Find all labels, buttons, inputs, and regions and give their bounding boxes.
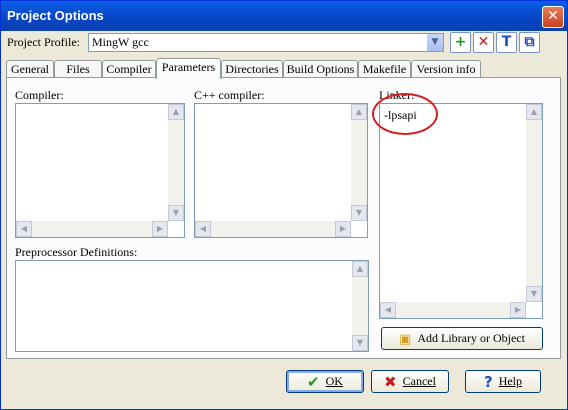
compiler-label: Compiler: <box>15 88 64 102</box>
tab-general[interactable]: General <box>6 60 54 78</box>
scroll-down-icon[interactable]: ▼ <box>351 205 367 221</box>
copy-profile-icon: ⧉ <box>524 34 535 50</box>
scroll-left-icon[interactable]: ◀ <box>195 221 211 237</box>
add-library-label: Add Library or Object <box>417 331 525 345</box>
scroll-right-icon[interactable]: ▶ <box>335 221 351 237</box>
delete-profile-icon: ✕ <box>477 34 490 50</box>
cpp-compiler-textarea[interactable]: ▲ ▼ ◀ ▶ <box>194 103 368 238</box>
scroll-up-icon[interactable]: ▲ <box>351 104 367 120</box>
tab-build-options[interactable]: Build Options <box>283 60 358 78</box>
cpp-vertical-scrollbar[interactable]: ▲ ▼ <box>351 104 367 221</box>
tab-files[interactable]: Files <box>54 60 102 78</box>
project-options-window: Project Options ✕ Project Profile: MingW… <box>0 0 568 410</box>
help-button[interactable]: ? Help <box>465 370 541 393</box>
cancel-icon: ✖ <box>384 372 397 391</box>
rename-profile-icon: T <box>501 34 512 50</box>
scroll-down-icon[interactable]: ▼ <box>168 205 184 221</box>
rename-profile-button[interactable]: T <box>496 32 517 53</box>
annotation-circle <box>372 93 438 135</box>
cancel-button[interactable]: ✖ Cancel <box>371 370 449 393</box>
add-profile-button[interactable]: + <box>450 32 471 53</box>
copy-profile-button[interactable]: ⧉ <box>519 32 540 53</box>
folder-icon: ▣ <box>399 331 412 347</box>
cpp-horizontal-scrollbar[interactable]: ◀ ▶ <box>195 221 351 237</box>
tab-parameters[interactable]: Parameters <box>156 58 221 79</box>
compiler-textarea[interactable]: ▲ ▼ ◀ ▶ <box>15 103 185 238</box>
project-profile-label: Project Profile: <box>7 35 80 49</box>
add-profile-icon: + <box>454 34 467 50</box>
close-button[interactable]: ✕ <box>542 6 564 28</box>
tab-directories[interactable]: Directories <box>221 60 283 78</box>
delete-profile-button[interactable]: ✕ <box>473 32 494 53</box>
preprocessor-label: Preprocessor Definitions: <box>15 245 138 259</box>
tab-version-info[interactable]: Version info <box>411 60 481 78</box>
linker-horizontal-scrollbar[interactable]: ◀ ▶ <box>380 302 526 318</box>
preprocessor-textarea[interactable]: ▲ ▼ <box>15 260 369 352</box>
ok-label: OK <box>325 374 343 388</box>
help-label: Help <box>498 374 523 388</box>
scroll-left-icon[interactable]: ◀ <box>380 302 396 318</box>
linker-vertical-scrollbar[interactable]: ▲ ▼ <box>526 104 542 302</box>
ok-button[interactable]: ✔ OK <box>286 370 364 393</box>
cancel-label: Cancel <box>402 374 436 388</box>
chevron-down-icon[interactable]: ▼ <box>427 34 443 51</box>
window-title: Project Options <box>7 8 104 23</box>
tab-compiler[interactable]: Compiler <box>102 60 156 78</box>
checkmark-icon: ✔ <box>307 372 320 391</box>
scroll-down-icon[interactable]: ▼ <box>352 335 368 351</box>
project-profile-value: MingW gcc <box>92 35 149 49</box>
cpp-compiler-label: C++ compiler: <box>194 88 265 102</box>
scroll-right-icon[interactable]: ▶ <box>152 221 168 237</box>
help-icon: ? <box>483 372 493 391</box>
compiler-horizontal-scrollbar[interactable]: ◀ ▶ <box>16 221 168 237</box>
compiler-vertical-scrollbar[interactable]: ▲ ▼ <box>168 104 184 221</box>
scroll-up-icon[interactable]: ▲ <box>168 104 184 120</box>
preprocessor-vertical-scrollbar[interactable]: ▲ ▼ <box>352 261 368 351</box>
linker-textarea[interactable]: -lpsapi ▲ ▼ ◀ ▶ <box>379 103 543 319</box>
scroll-up-icon[interactable]: ▲ <box>526 104 542 120</box>
add-library-button[interactable]: ▣ Add Library or Object <box>381 327 543 350</box>
title-bar[interactable]: Project Options ✕ <box>1 1 567 31</box>
scroll-down-icon[interactable]: ▼ <box>526 286 542 302</box>
scroll-right-icon[interactable]: ▶ <box>510 302 526 318</box>
scroll-up-icon[interactable]: ▲ <box>352 261 368 277</box>
scroll-left-icon[interactable]: ◀ <box>16 221 32 237</box>
tab-makefile[interactable]: Makefile <box>358 60 411 78</box>
project-profile-select[interactable]: MingW gcc ▼ <box>88 33 444 52</box>
